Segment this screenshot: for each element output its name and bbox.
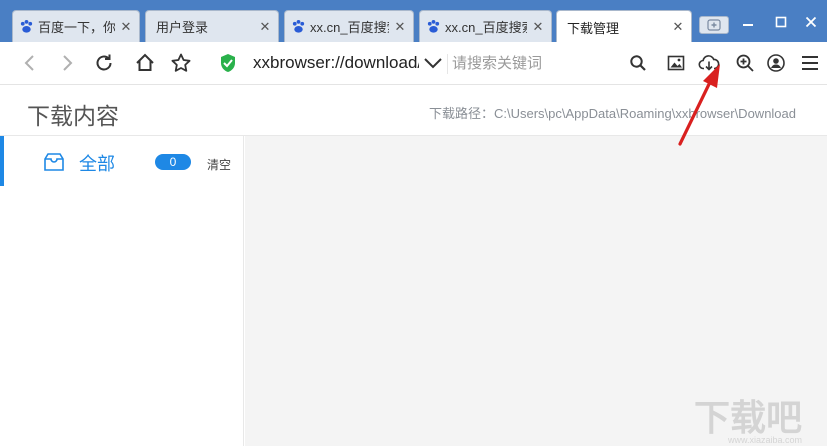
account-button[interactable] bbox=[764, 51, 788, 75]
tab-title: 下载管理 bbox=[567, 20, 620, 36]
home-icon bbox=[136, 53, 154, 71]
shield-check-icon bbox=[221, 54, 235, 72]
reload-icon bbox=[96, 54, 112, 71]
inbox-icon bbox=[44, 153, 64, 171]
minimize-icon bbox=[743, 24, 753, 26]
reload-button[interactable] bbox=[92, 51, 116, 75]
maximize-button[interactable] bbox=[769, 10, 793, 34]
tab-search-2[interactable]: xx.cn_百度搜索 ✕ bbox=[419, 10, 552, 42]
minimize-button[interactable] bbox=[736, 10, 760, 34]
clear-link[interactable]: 清空 bbox=[207, 156, 231, 173]
download-path[interactable]: 下载路径：C:\Users\pc\AppData\Roaming\xxbrows… bbox=[429, 103, 796, 122]
active-indicator bbox=[0, 136, 4, 186]
zoom-button[interactable] bbox=[733, 51, 757, 75]
menu-button[interactable] bbox=[798, 51, 822, 75]
xiazaiba-logo-icon: 下载吧 www.xiazaiba.com bbox=[694, 398, 802, 445]
tab-strip: 百度一下，你 ✕ 用户登录 ✕ xx.cn_百度搜索 ✕ xx.cn_百度搜索 … bbox=[0, 0, 827, 43]
sidebar-item-label: 全部 bbox=[79, 154, 115, 174]
zoom-in-icon bbox=[736, 54, 754, 72]
page-title: 下载内容 bbox=[27, 103, 119, 129]
forward-button[interactable] bbox=[55, 51, 79, 75]
download-path-value: C:\Users\pc\AppData\Roaming\xxbrowser\Do… bbox=[493, 106, 796, 121]
close-window-button[interactable] bbox=[799, 10, 823, 34]
user-icon bbox=[767, 54, 785, 72]
tab-title: 用户登录 bbox=[156, 20, 209, 35]
back-button[interactable] bbox=[18, 51, 42, 75]
bookmark-button[interactable] bbox=[169, 51, 193, 75]
watermark-logo: 下载吧 www.xiazaiba.com bbox=[690, 390, 820, 446]
baidu-paw-icon bbox=[20, 19, 33, 33]
maximize-icon bbox=[775, 16, 787, 28]
toolbar-divider bbox=[447, 54, 448, 74]
watermark-text: 下载吧 bbox=[694, 398, 802, 439]
tab-download-manager[interactable]: 下载管理 ✕ bbox=[556, 10, 692, 43]
sidebar-item-all[interactable]: 全部 0 清空 bbox=[0, 136, 244, 186]
tab-user-login[interactable]: 用户登录 ✕ bbox=[145, 10, 279, 42]
baidu-paw-icon bbox=[427, 19, 440, 33]
security-shield[interactable] bbox=[216, 51, 240, 75]
tab-title: xx.cn_百度搜索 bbox=[310, 20, 389, 35]
address-dropdown-button[interactable] bbox=[421, 51, 445, 75]
watermark-url: www.xiazaiba.com bbox=[727, 435, 802, 445]
search-input[interactable] bbox=[452, 51, 620, 75]
star-icon bbox=[171, 53, 191, 72]
close-icon[interactable]: ✕ bbox=[531, 19, 545, 35]
address-bar[interactable]: xxbrowser://download/ bbox=[253, 53, 419, 73]
tab-title: 百度一下，你 bbox=[38, 20, 115, 35]
forward-arrow-icon bbox=[63, 55, 73, 71]
hamburger-menu-icon bbox=[802, 56, 818, 70]
plus-icon bbox=[707, 19, 721, 31]
tab-search-1[interactable]: xx.cn_百度搜索 ✕ bbox=[284, 10, 414, 42]
download-path-label: 下载路径： bbox=[428, 106, 494, 121]
count-badge: 0 bbox=[155, 154, 191, 170]
tab-title: xx.cn_百度搜索 bbox=[445, 20, 527, 35]
baidu-paw-icon bbox=[292, 19, 305, 33]
new-tab-button[interactable] bbox=[699, 16, 729, 34]
home-button[interactable] bbox=[133, 51, 157, 75]
annotation-arrow-icon bbox=[678, 64, 720, 146]
close-icon[interactable]: ✕ bbox=[393, 19, 407, 35]
sidebar: 全部 0 清空 bbox=[0, 136, 244, 446]
search-button[interactable] bbox=[626, 51, 650, 75]
close-icon[interactable]: ✕ bbox=[671, 19, 685, 35]
browser-window: 百度一下，你 ✕ 用户登录 ✕ xx.cn_百度搜索 ✕ xx.cn_百度搜索 … bbox=[0, 0, 827, 446]
back-arrow-icon bbox=[24, 55, 34, 71]
close-icon[interactable]: ✕ bbox=[258, 19, 272, 35]
tab-baidu-home[interactable]: 百度一下，你 ✕ bbox=[12, 10, 140, 42]
close-icon bbox=[805, 16, 817, 28]
close-icon[interactable]: ✕ bbox=[119, 19, 133, 35]
search-icon bbox=[630, 55, 646, 71]
chevron-down-icon bbox=[424, 58, 442, 69]
